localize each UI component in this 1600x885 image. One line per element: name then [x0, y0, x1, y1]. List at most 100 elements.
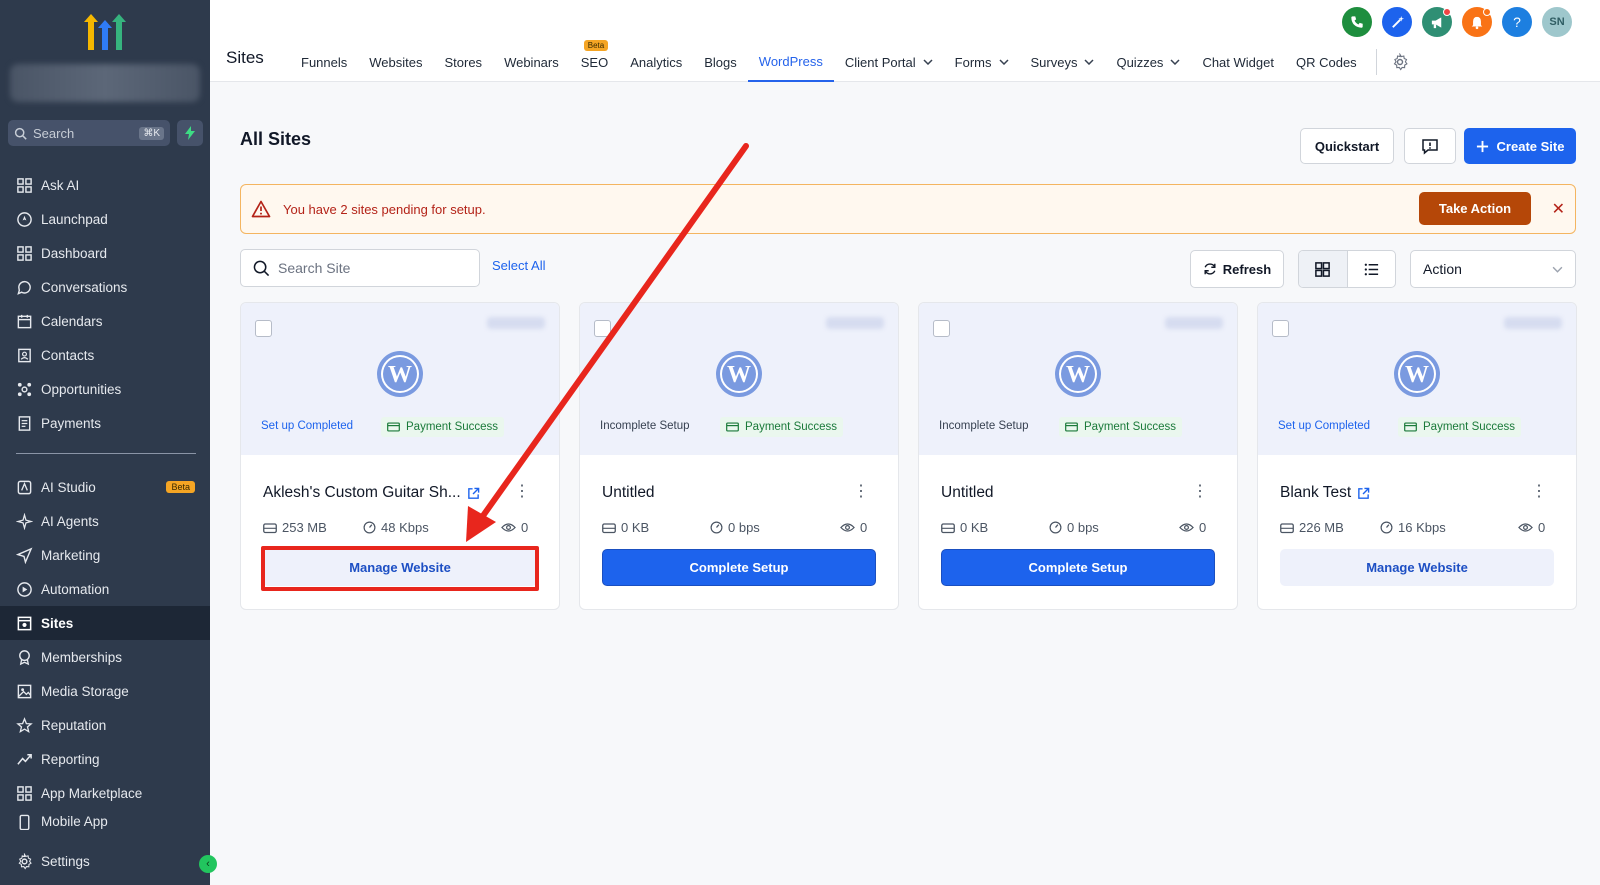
sidebar-item-ask-ai[interactable]: Ask AI [0, 168, 210, 202]
tab-wordpress[interactable]: WordPress [747, 42, 834, 82]
site-checkbox[interactable] [594, 320, 611, 337]
select-all-link[interactable]: Select All [492, 258, 545, 273]
manage-website-button[interactable]: Manage Website [1280, 549, 1554, 586]
tab-websites[interactable]: Websites [358, 42, 433, 82]
tab-blogs[interactable]: Blogs [693, 42, 748, 82]
sidebar-search[interactable]: Search ⌘K [8, 120, 170, 146]
site-checkbox[interactable] [255, 320, 272, 337]
sidebar-item-app-marketplace[interactable]: App Marketplace [0, 776, 210, 810]
sidebar-item-settings[interactable]: Settings [0, 844, 210, 878]
setup-status: Incomplete Setup [600, 420, 690, 432]
sidebar-item-mobile-app[interactable]: Mobile App [0, 810, 210, 830]
tab-chat-widget[interactable]: Chat Widget [1191, 42, 1285, 82]
sidebar-item-reputation[interactable]: Reputation [0, 708, 210, 742]
more-options-icon[interactable]: ⋮ [514, 481, 530, 501]
sites-settings-button[interactable] [1385, 42, 1415, 82]
site-name[interactable]: Blank Test [1280, 484, 1370, 502]
action-dropdown[interactable]: Action [1410, 250, 1576, 288]
complete-setup-button[interactable]: Complete Setup [602, 549, 876, 586]
megaphone-icon [1431, 16, 1441, 28]
tab-stores[interactable]: Stores [433, 42, 493, 82]
bandwidth-stat: 0 bps [1049, 520, 1099, 535]
sidebar-item-automation[interactable]: Automation [0, 572, 210, 606]
bell-icon [1471, 16, 1483, 29]
search-site-field[interactable] [240, 249, 480, 287]
tab-quizzes[interactable]: Quizzes [1105, 42, 1191, 82]
bandwidth-value: 0 bps [1067, 520, 1099, 535]
app-logo[interactable] [80, 12, 130, 52]
take-action-button[interactable]: Take Action [1419, 192, 1531, 225]
storage-value: 253 MB [282, 520, 327, 535]
quickstart-button[interactable]: Quickstart [1300, 128, 1394, 164]
site-name[interactable]: Untitled [602, 484, 655, 502]
tab-webinars[interactable]: Webinars [493, 42, 570, 82]
tab-surveys[interactable]: Surveys [1020, 42, 1106, 82]
sidebar-search-label: Search [33, 125, 75, 141]
sidebar-item-media-storage[interactable]: Media Storage [0, 674, 210, 708]
views-stat: 0 [501, 520, 528, 535]
quick-action-button[interactable] [177, 120, 203, 146]
refresh-button[interactable]: Refresh [1190, 250, 1284, 288]
tab-qr-codes[interactable]: QR Codes [1285, 42, 1368, 82]
tab-seo[interactable]: Beta SEO [570, 40, 619, 82]
sidebar-item-label: Marketing [41, 547, 101, 563]
site-checkbox[interactable] [1272, 320, 1289, 337]
chevron-left-icon: ‹ [206, 858, 210, 870]
chevron-down-icon [1084, 59, 1094, 65]
tab-funnels[interactable]: Funnels [290, 42, 358, 82]
create-site-button[interactable]: Create Site [1464, 128, 1576, 164]
speedometer-icon [1049, 521, 1062, 534]
more-options-icon[interactable]: ⋮ [1192, 481, 1208, 501]
avatar[interactable]: SN [1542, 7, 1572, 37]
sidebar-item-reporting[interactable]: Reporting [0, 742, 210, 776]
site-checkbox[interactable] [933, 320, 950, 337]
sidebar-item-label: Settings [41, 853, 90, 869]
phone-button[interactable] [1342, 7, 1372, 37]
list-view-button[interactable] [1348, 251, 1396, 287]
account-switcher[interactable] [10, 64, 200, 102]
sidebar-item-memberships[interactable]: Memberships [0, 640, 210, 674]
notifications-button[interactable] [1462, 7, 1492, 37]
more-options-icon[interactable]: ⋮ [853, 481, 869, 501]
external-link-icon[interactable] [467, 487, 480, 500]
sidebar-item-calendars[interactable]: Calendars [0, 304, 210, 338]
grid-view-button[interactable] [1299, 251, 1348, 287]
sidebar-item-ai-studio[interactable]: AI Studio Beta [0, 470, 210, 504]
close-icon[interactable]: ✕ [1552, 199, 1565, 219]
complete-setup-button[interactable]: Complete Setup [941, 549, 1215, 586]
views-stat: 0 [1518, 520, 1545, 535]
site-name[interactable]: Untitled [941, 484, 994, 502]
sidebar-item-sites[interactable]: Sites [0, 606, 210, 640]
help-button[interactable]: ? [1502, 7, 1532, 37]
tab-client-portal[interactable]: Client Portal [834, 42, 944, 82]
sidebar-item-conversations[interactable]: Conversations [0, 270, 210, 304]
announcements-button[interactable] [1422, 7, 1452, 37]
search-site-input[interactable] [278, 260, 468, 276]
storage-stat: 226 MB [1280, 520, 1344, 535]
credit-card-icon [387, 422, 400, 432]
sidebar-item-payments[interactable]: Payments [0, 406, 210, 440]
gear-icon [1393, 53, 1408, 71]
sidebar-item-opportunities[interactable]: Opportunities [0, 372, 210, 406]
sidebar-item-marketing[interactable]: Marketing [0, 538, 210, 572]
sidebar-item-label: Payments [41, 415, 102, 431]
bandwidth-stat: 0 bps [710, 520, 760, 535]
tab-label: Stores [444, 54, 483, 70]
sidebar-item-ai-agents[interactable]: AI Agents [0, 504, 210, 538]
more-options-icon[interactable]: ⋮ [1531, 481, 1547, 501]
sidebar-item-launchpad[interactable]: Launchpad [0, 202, 210, 236]
sidebar-item-contacts[interactable]: Contacts [0, 338, 210, 372]
tab-analytics[interactable]: Analytics [619, 42, 693, 82]
external-link-icon[interactable] [1357, 487, 1370, 500]
sidebar-item-dashboard[interactable]: Dashboard [0, 236, 210, 270]
speedometer-icon [710, 521, 723, 534]
tab-label: Websites [369, 54, 423, 70]
payment-status-label: Payment Success [1423, 421, 1516, 433]
bandwidth-value: 0 bps [728, 520, 760, 535]
sidebar-collapse-button[interactable]: ‹ [199, 855, 217, 873]
feedback-button[interactable] [1404, 128, 1456, 164]
tab-forms[interactable]: Forms [944, 42, 1020, 82]
site-name[interactable]: Aklesh's Custom Guitar Sh... [263, 484, 480, 502]
sidebar-settings-wrap: Settings [0, 844, 210, 878]
magic-button[interactable] [1382, 7, 1412, 37]
